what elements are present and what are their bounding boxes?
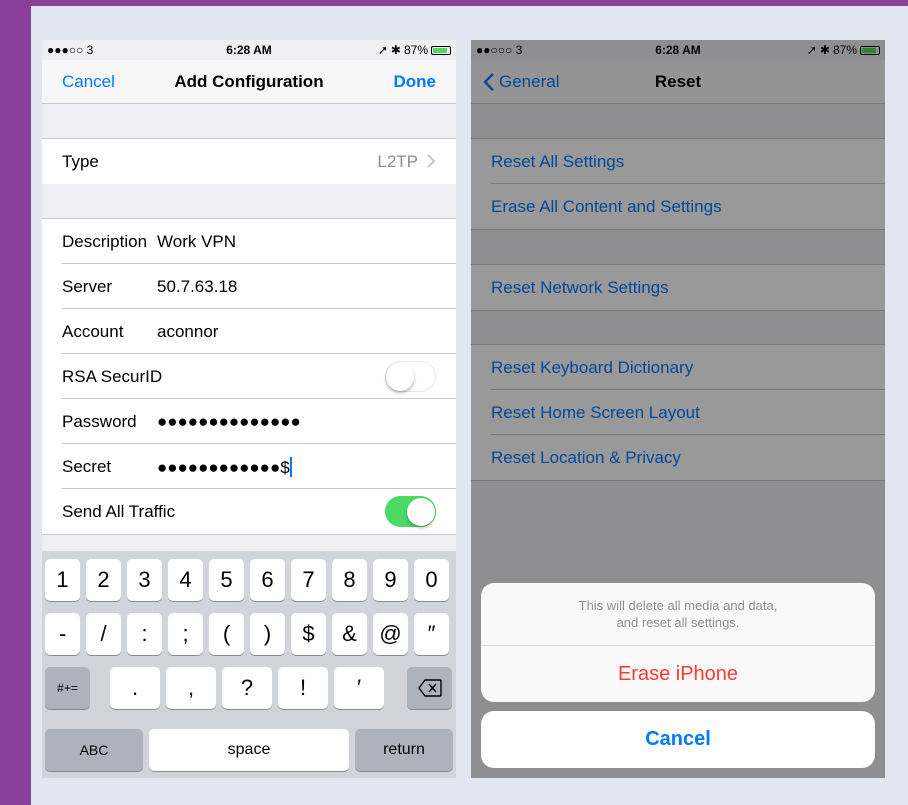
- rsa-securid-toggle[interactable]: [385, 361, 436, 392]
- keyboard: 1 2 3 4 5 6 7 8 9 0 - / : ; ( ) $ & @ ″ …: [42, 551, 456, 778]
- key-4[interactable]: 4: [168, 559, 203, 601]
- rsa-securid-row: RSA SecurID: [42, 354, 456, 399]
- location-icon: ➚: [377, 43, 388, 57]
- account-label: Account: [62, 322, 124, 341]
- cancel-button[interactable]: Cancel: [62, 72, 115, 92]
- add-configuration-screen: ●●●○○ 3 6:28 AM ➚ ✱ 87% Cancel Add Confi…: [42, 40, 456, 778]
- cancel-button[interactable]: Cancel: [481, 711, 875, 768]
- battery-icon: [431, 45, 451, 55]
- reset-screen: ●●○○○ 3 6:28 AM ➚ ✱ 87% General Reset Re…: [471, 40, 885, 778]
- divider: [42, 534, 456, 535]
- send-all-traffic-toggle[interactable]: [385, 496, 436, 527]
- navigation-bar: Cancel Add Configuration Done: [42, 60, 456, 104]
- server-label: Server: [62, 277, 113, 296]
- send-all-traffic-label: Send All Traffic: [62, 502, 176, 521]
- action-sheet: This will delete all media and data, and…: [481, 583, 875, 702]
- key-6[interactable]: 6: [250, 559, 285, 601]
- cancel-sheet: Cancel: [481, 711, 875, 768]
- status-bar: ●●●○○ 3 6:28 AM ➚ ✱ 87%: [42, 40, 456, 60]
- key-double-quote[interactable]: ″: [414, 613, 449, 655]
- description-label: Description: [62, 232, 148, 251]
- key-slash[interactable]: /: [86, 613, 121, 655]
- key-3[interactable]: 3: [127, 559, 162, 601]
- description-field[interactable]: Work VPN: [157, 232, 236, 252]
- space-key[interactable]: space: [149, 729, 349, 771]
- key-2[interactable]: 2: [86, 559, 121, 601]
- key-more-symbols[interactable]: #+=: [45, 667, 90, 709]
- key-apostrophe[interactable]: ′: [334, 667, 384, 709]
- action-sheet-message: This will delete all media and data, and…: [481, 597, 875, 631]
- rsa-securid-label: RSA SecurID: [62, 367, 163, 386]
- secret-row[interactable]: Secret ●●●●●●●●●●●●$: [42, 444, 456, 489]
- key-abc[interactable]: ABC: [45, 729, 143, 771]
- backspace-icon: [417, 679, 442, 697]
- type-label: Type: [62, 152, 99, 171]
- key-semicolon[interactable]: ;: [168, 613, 203, 655]
- delete-key[interactable]: [407, 667, 452, 709]
- key-0[interactable]: 0: [414, 559, 449, 601]
- battery-percent: 87%: [403, 43, 428, 57]
- bluetooth-icon: ✱: [390, 43, 401, 57]
- password-field[interactable]: ●●●●●●●●●●●●●●: [157, 412, 301, 432]
- key-open-paren[interactable]: (: [209, 613, 244, 655]
- key-7[interactable]: 7: [291, 559, 326, 601]
- type-value: L2TP: [377, 152, 418, 171]
- status-right: ➚ ✱ 87%: [378, 43, 451, 57]
- secret-label: Secret: [62, 457, 112, 476]
- description-row[interactable]: Description Work VPN: [42, 219, 456, 264]
- return-key[interactable]: return: [355, 729, 453, 771]
- secret-field[interactable]: ●●●●●●●●●●●●$: [157, 458, 290, 477]
- key-period[interactable]: .: [110, 667, 160, 709]
- key-9[interactable]: 9: [373, 559, 408, 601]
- secret-field-wrap[interactable]: ●●●●●●●●●●●●$: [157, 457, 292, 478]
- key-5[interactable]: 5: [209, 559, 244, 601]
- password-row[interactable]: Password ●●●●●●●●●●●●●●: [42, 399, 456, 444]
- account-row[interactable]: Account aconnor: [42, 309, 456, 354]
- key-question[interactable]: ?: [222, 667, 272, 709]
- key-exclamation[interactable]: !: [278, 667, 328, 709]
- account-field[interactable]: aconnor: [157, 322, 218, 342]
- type-row[interactable]: Type L2TP: [42, 139, 456, 184]
- key-colon[interactable]: :: [127, 613, 162, 655]
- key-1[interactable]: 1: [45, 559, 80, 601]
- text-cursor: [289, 457, 292, 477]
- erase-iphone-button[interactable]: Erase iPhone: [481, 646, 875, 702]
- server-row[interactable]: Server 50.7.63.18: [42, 264, 456, 309]
- key-ampersand[interactable]: &: [332, 613, 367, 655]
- message-line-1: This will delete all media and data,: [578, 598, 778, 613]
- chevron-right-icon: [427, 154, 436, 168]
- key-close-paren[interactable]: ): [250, 613, 285, 655]
- password-label: Password: [62, 412, 137, 431]
- key-hyphen[interactable]: -: [45, 613, 80, 655]
- key-at[interactable]: @: [373, 613, 408, 655]
- key-comma[interactable]: ,: [166, 667, 216, 709]
- server-field[interactable]: 50.7.63.18: [157, 277, 237, 297]
- key-dollar[interactable]: $: [291, 613, 326, 655]
- done-button[interactable]: Done: [394, 72, 437, 92]
- key-8[interactable]: 8: [332, 559, 367, 601]
- send-all-traffic-row: Send All Traffic: [42, 489, 456, 534]
- message-line-2: and reset all settings.: [616, 615, 740, 630]
